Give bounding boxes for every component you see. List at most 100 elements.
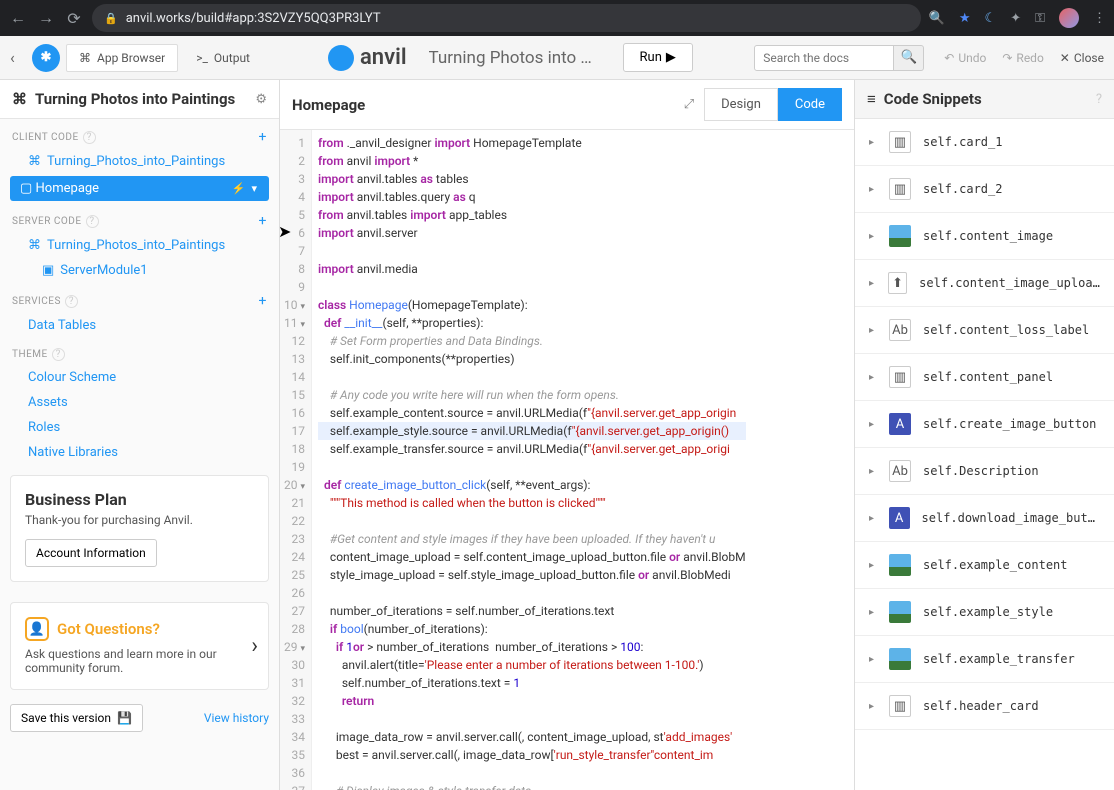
save-version-button[interactable]: Save this version💾 — [10, 704, 143, 732]
component-icon — [889, 554, 911, 576]
tree-server-app[interactable]: ⌘ Turning_Photos_into_Paintings — [0, 233, 279, 258]
snippet-name: self.create_image_button — [923, 417, 1096, 431]
browser-menu-icon[interactable]: ⋮ — [1093, 11, 1106, 26]
toolbar-back-icon[interactable]: ‹ — [10, 48, 26, 67]
chevron-right-icon: ▸ — [869, 184, 877, 195]
theme-colour-scheme[interactable]: Colour Scheme — [0, 365, 279, 390]
browser-forward-icon[interactable]: → — [36, 8, 56, 28]
tree-client-app[interactable]: ⌘ Turning_Photos_into_Paintings — [0, 149, 279, 174]
undo-button[interactable]: ↶ Undo — [944, 51, 986, 65]
db-icon: ⌘ — [28, 154, 41, 169]
tree-server-module[interactable]: ▣ ServerModule1 — [0, 258, 279, 283]
component-icon: ▥ — [889, 366, 911, 388]
chevron-right-icon: ▸ — [869, 466, 877, 477]
plan-title: Business Plan — [25, 490, 254, 509]
theme-assets[interactable]: Assets — [0, 390, 279, 415]
search-icon[interactable]: 🔍 — [929, 11, 945, 26]
snippet-item[interactable]: ▸self.content_image — [855, 213, 1114, 260]
browser-reload-icon[interactable]: ⟳ — [64, 9, 84, 28]
snippet-item[interactable]: ▸▥self.content_panel — [855, 354, 1114, 401]
browser-actions: 🔍 ★ ☾ ✦ ⚿ ⋮ — [929, 8, 1106, 28]
chevron-right-icon: ▸ — [869, 137, 877, 148]
section-services: SERVICES? + — [0, 283, 279, 313]
save-bar: Save this version💾 View history — [10, 704, 269, 732]
snippets-icon: ≡ — [867, 90, 876, 108]
redo-button[interactable]: ↷ Redo — [1002, 51, 1043, 65]
close-button[interactable]: ✕ Close — [1060, 51, 1104, 65]
app-browser-tab[interactable]: ⌘ App Browser — [66, 44, 178, 72]
output-tab[interactable]: >_ Output — [184, 45, 262, 71]
component-icon — [889, 648, 911, 670]
snippet-item[interactable]: ▸▥self.card_2 — [855, 166, 1114, 213]
search-docs: 🔍 — [754, 45, 924, 71]
bolt-icon[interactable]: ⚡ — [232, 182, 246, 195]
help-icon[interactable]: ? — [1096, 92, 1102, 107]
account-info-button[interactable]: Account Information — [25, 539, 157, 567]
snippet-item[interactable]: ▸Aself.download_image_button — [855, 495, 1114, 542]
snippet-name: self.content_panel — [923, 370, 1053, 384]
snippet-item[interactable]: ▸Aself.create_image_button — [855, 401, 1114, 448]
snippet-item[interactable]: ▸▥self.card_1 — [855, 119, 1114, 166]
app-title: Turning Photos into Pai… — [429, 48, 599, 68]
question-icon: 👤 — [25, 617, 49, 641]
plan-box: Business Plan Thank-you for purchasing A… — [10, 475, 269, 582]
code-editor[interactable]: 12345678910 ▾11 ▾121314151617181920 ▾212… — [280, 130, 854, 790]
tree-homepage[interactable]: ▢ Homepage ⚡▾ — [10, 176, 269, 201]
component-icon: A — [889, 413, 911, 435]
search-docs-button[interactable]: 🔍 — [894, 45, 924, 71]
add-client-icon[interactable]: + — [259, 129, 267, 145]
questions-box[interactable]: 👤 Got Questions? Ask questions and learn… — [10, 602, 269, 690]
chevron-right-icon: ▸ — [869, 325, 877, 336]
component-icon — [889, 601, 911, 623]
chevron-right-icon: ▸ — [869, 560, 877, 571]
anvil-logo-small[interactable]: ✱ — [32, 44, 60, 72]
component-icon: ▥ — [889, 178, 911, 200]
run-button[interactable]: Run ▶ — [623, 43, 693, 72]
terminal-icon: >_ — [196, 51, 208, 65]
avatar[interactable] — [1059, 8, 1079, 28]
snippet-item[interactable]: ▸▥self.header_card — [855, 683, 1114, 730]
play-icon: ▶ — [666, 50, 676, 65]
snippet-item[interactable]: ▸self.example_content — [855, 542, 1114, 589]
bookmark-star-icon[interactable]: ★ — [959, 11, 971, 26]
help-icon[interactable]: ? — [86, 215, 99, 228]
crescent-icon[interactable]: ☾ — [985, 11, 997, 26]
url-bar[interactable]: 🔒 anvil.works/build#app:3S2VZY5QQ3PR3LYT — [92, 4, 921, 32]
browser-back-icon[interactable]: ← — [8, 8, 28, 28]
editor-title: Homepage — [292, 96, 365, 114]
chevron-right-icon: ▸ — [869, 231, 877, 242]
help-icon[interactable]: ? — [83, 131, 96, 144]
theme-native-libraries[interactable]: Native Libraries — [0, 440, 279, 465]
service-data-tables[interactable]: Data Tables — [0, 313, 279, 338]
section-theme: THEME? — [0, 338, 279, 365]
snippet-item[interactable]: ▸⬆self.content_image_upload_bu… — [855, 260, 1114, 307]
extensions-icon[interactable]: ✦ — [1010, 11, 1021, 26]
help-icon[interactable]: ? — [65, 295, 78, 308]
plan-text: Thank-you for purchasing Anvil. — [25, 513, 254, 527]
editor: Homepage ⤢ Design Code 12345678910 ▾11 ▾… — [280, 80, 854, 790]
snippet-item[interactable]: ▸Abself.content_loss_label — [855, 307, 1114, 354]
gear-icon[interactable]: ⚙ — [255, 92, 267, 107]
tab-design[interactable]: Design — [704, 88, 778, 121]
form-icon: ▢ — [20, 181, 32, 196]
search-docs-input[interactable] — [754, 45, 894, 71]
view-history-link[interactable]: View history — [204, 711, 269, 725]
app-icon: ⌘ — [12, 90, 27, 108]
snippet-name: self.content_loss_label — [923, 323, 1089, 337]
dropdown-icon[interactable]: ▾ — [251, 182, 257, 195]
snippet-item[interactable]: ▸self.example_transfer — [855, 636, 1114, 683]
help-icon[interactable]: ? — [52, 348, 65, 361]
snippet-item[interactable]: ▸Abself.Description — [855, 448, 1114, 495]
theme-roles[interactable]: Roles — [0, 415, 279, 440]
add-service-icon[interactable]: + — [259, 293, 267, 309]
sidebar-right: ≡ Code Snippets ? ▸▥self.card_1▸▥self.ca… — [854, 80, 1114, 790]
snippets-header: ≡ Code Snippets ? — [855, 80, 1114, 119]
snippet-item[interactable]: ▸self.example_style — [855, 589, 1114, 636]
expand-icon[interactable]: ⤢ — [684, 97, 694, 112]
add-server-icon[interactable]: + — [259, 213, 267, 229]
component-icon: ⬆ — [888, 272, 907, 294]
tab-code[interactable]: Code — [778, 88, 842, 121]
key-icon[interactable]: ⚿ — [1035, 11, 1045, 26]
app-browser-icon: ⌘ — [79, 51, 91, 65]
sidebar-header: ⌘Turning Photos into Paintings ⚙ — [0, 80, 279, 119]
